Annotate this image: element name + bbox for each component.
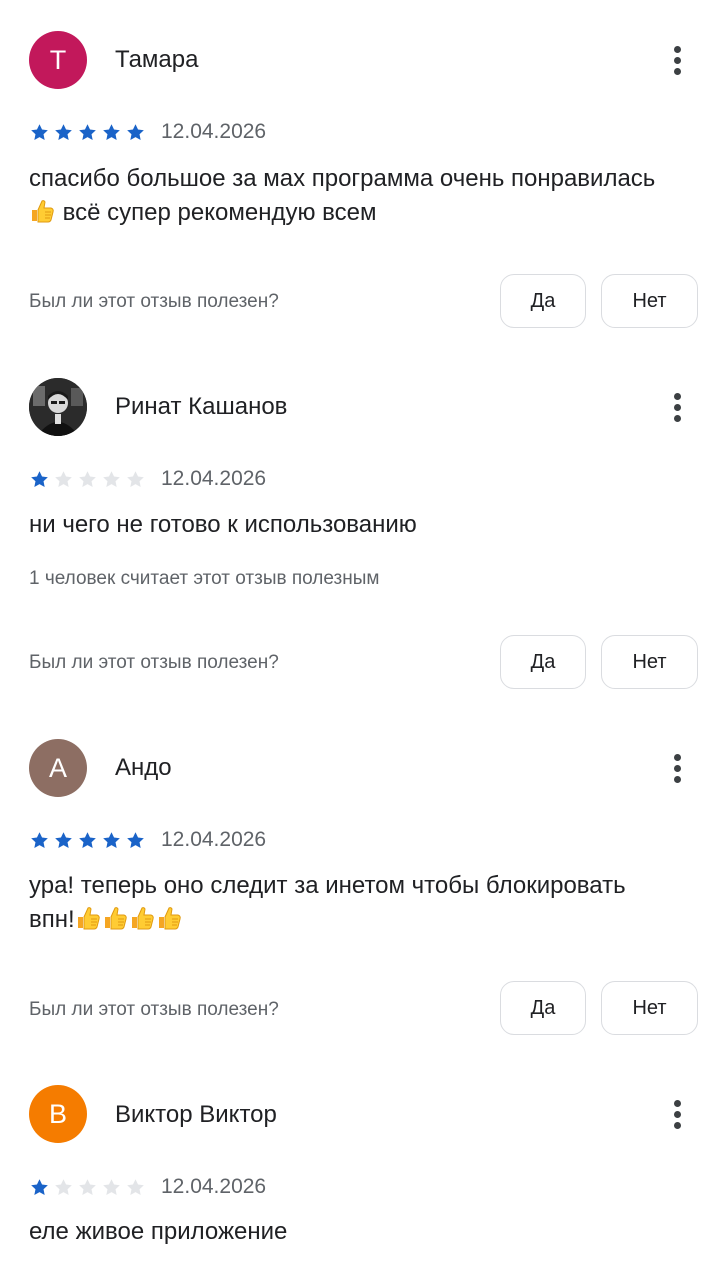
- helpful-question: Был ли этот отзыв полезен?: [29, 999, 279, 1020]
- helpful-count: 1 человек считает этот отзыв полезным: [29, 568, 380, 589]
- avatar-letter: А: [48, 752, 67, 783]
- star-empty-icon: [55, 1178, 72, 1195]
- review-text: спасибо большое за мах программа очень п…: [29, 162, 699, 230]
- avatar: Т: [29, 31, 87, 89]
- review-text-line: ура! теперь оно следит за инетом чтобы б…: [29, 872, 626, 899]
- avatar: В: [29, 1085, 87, 1143]
- more-dot-icon: [673, 56, 681, 64]
- avatar-letter: В: [48, 1098, 67, 1129]
- star-empty-icon: [79, 470, 96, 487]
- review-author: Андо: [115, 754, 172, 781]
- review-date: 12.04.2026: [161, 828, 267, 851]
- star-rating: [29, 468, 146, 490]
- more-dot-icon: [673, 1110, 681, 1118]
- more-dot-icon: [673, 403, 681, 411]
- star-filled-icon: [55, 123, 72, 140]
- star-empty-icon: [127, 1178, 144, 1195]
- more-dot-icon: [673, 764, 681, 772]
- review-text-fragment: всё супер рекомендую всем: [62, 199, 377, 226]
- helpful-question: Был ли этот отзыв полезен?: [29, 652, 279, 673]
- star-filled-icon: [103, 831, 120, 848]
- more-dot-icon: [673, 775, 681, 783]
- thumbs-up-icon: [75, 905, 101, 931]
- more-options-button[interactable]: [658, 383, 696, 431]
- star-filled-icon: [31, 470, 48, 487]
- helpful-yes-button[interactable]: Да: [500, 274, 586, 328]
- star-empty-icon: [127, 470, 144, 487]
- review-date: 12.04.2026: [161, 1175, 267, 1198]
- star-filled-icon: [127, 123, 144, 140]
- review-text-line: спасибо большое за мах программа очень п…: [29, 165, 656, 192]
- avatar: [29, 378, 87, 436]
- avatar: А: [29, 739, 87, 797]
- thumbs-up-icon: [29, 198, 55, 224]
- more-dot-icon: [673, 414, 681, 422]
- star-filled-icon: [127, 831, 144, 848]
- star-filled-icon: [31, 123, 48, 140]
- review-author: Тамара: [115, 46, 199, 73]
- star-filled-icon: [55, 831, 72, 848]
- more-dot-icon: [673, 45, 681, 53]
- more-dot-icon: [673, 67, 681, 75]
- more-dot-icon: [673, 392, 681, 400]
- review-text-fragment: впн!: [29, 906, 75, 933]
- helpful-no-button[interactable]: Нет: [601, 274, 698, 328]
- star-empty-icon: [103, 1178, 120, 1195]
- star-filled-icon: [79, 831, 96, 848]
- review-text-line: всё супер рекомендую всем: [29, 196, 699, 230]
- thumbs-up-icon: [129, 905, 155, 931]
- review-text: еле живое приложение: [29, 1218, 288, 1245]
- review-date: 12.04.2026: [161, 120, 267, 143]
- helpful-question: Был ли этот отзыв полезен?: [29, 291, 279, 312]
- avatar-letter: Т: [49, 44, 67, 75]
- review-date: 12.04.2026: [161, 467, 267, 490]
- more-options-button[interactable]: [658, 36, 696, 84]
- more-options-button[interactable]: [658, 744, 696, 792]
- star-filled-icon: [31, 831, 48, 848]
- star-rating: [29, 1176, 146, 1198]
- star-rating: [29, 829, 146, 851]
- review-author: Виктор Виктор: [115, 1101, 277, 1128]
- more-dot-icon: [673, 1121, 681, 1129]
- review-text-line: впн!: [29, 903, 699, 937]
- more-dot-icon: [673, 753, 681, 761]
- more-dot-icon: [673, 1099, 681, 1107]
- thumbs-up-icon: [102, 905, 128, 931]
- star-filled-icon: [79, 123, 96, 140]
- star-filled-icon: [103, 123, 120, 140]
- star-empty-icon: [79, 1178, 96, 1195]
- review-text: ура! теперь оно следит за инетом чтобы б…: [29, 869, 699, 937]
- helpful-no-button[interactable]: Нет: [601, 635, 698, 689]
- thumbs-up-icon: [156, 905, 182, 931]
- star-empty-icon: [55, 470, 72, 487]
- helpful-no-button[interactable]: Нет: [601, 981, 698, 1035]
- star-filled-icon: [31, 1178, 48, 1195]
- more-options-button[interactable]: [658, 1090, 696, 1138]
- review-author: Ринат Кашанов: [115, 393, 288, 420]
- star-rating: [29, 121, 146, 143]
- review-text: ни чего не готово к использованию: [29, 511, 417, 538]
- helpful-yes-button[interactable]: Да: [500, 981, 586, 1035]
- star-empty-icon: [103, 470, 120, 487]
- avatar-photo: [29, 378, 87, 436]
- helpful-yes-button[interactable]: Да: [500, 635, 586, 689]
